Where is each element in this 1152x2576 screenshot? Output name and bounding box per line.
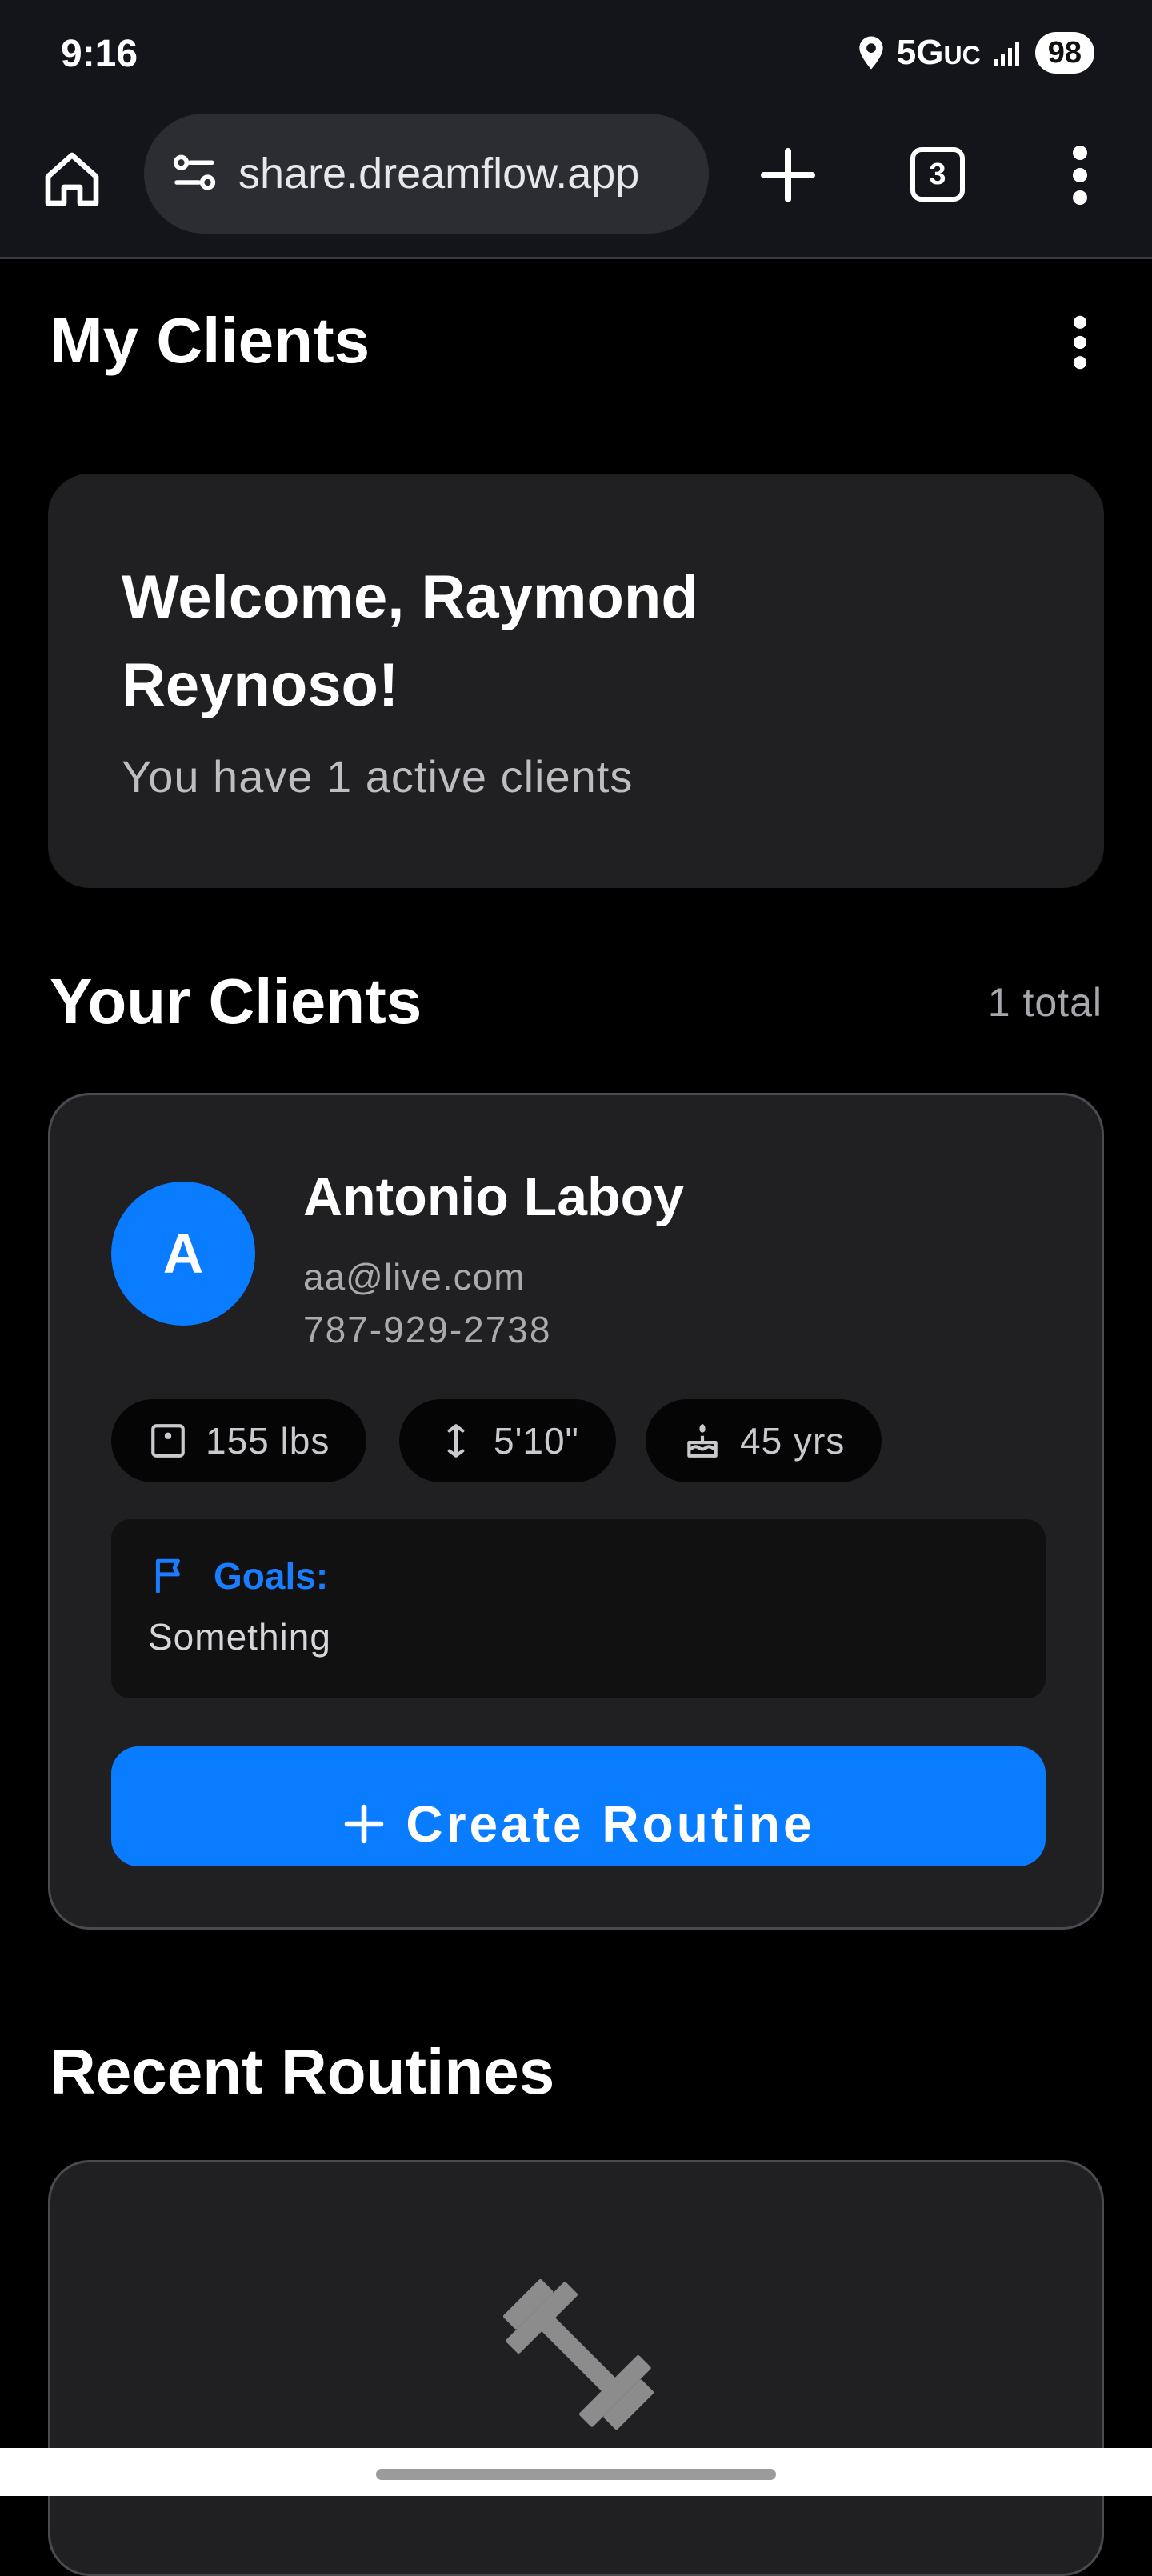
tab-switcher-button[interactable]: 3 — [910, 147, 965, 202]
age-value: 45 yrs — [740, 1420, 846, 1462]
browser-menu-icon[interactable] — [1064, 143, 1096, 207]
signal-icon — [993, 42, 1019, 66]
browser-toolbar: share.dreamflow.app 3 — [0, 107, 1152, 259]
height-value: 5'10" — [494, 1420, 579, 1462]
battery-level: 98 — [1034, 32, 1094, 74]
clients-section-title: Your Clients — [50, 966, 422, 1037]
routines-section-title: Recent Routines — [50, 2036, 555, 2107]
avatar: A — [111, 1182, 255, 1326]
status-time: 9:16 — [61, 33, 138, 75]
page-title: My Clients — [50, 305, 370, 376]
url-text: share.dreamflow.app — [238, 150, 640, 198]
new-tab-icon[interactable] — [756, 143, 820, 207]
plus-icon — [345, 1804, 384, 1844]
network-type: 5GUC — [896, 33, 981, 72]
client-phone: 787-929-2738 — [303, 1309, 552, 1350]
dumbbell-icon — [502, 2278, 654, 2430]
client-name: Antonio Laboy — [303, 1166, 684, 1227]
flag-icon — [155, 1558, 180, 1593]
height-chip: 5'10" — [399, 1399, 616, 1482]
home-icon[interactable] — [40, 147, 104, 211]
goals-box: Goals: Something — [111, 1519, 1046, 1698]
weight-chip: 155 lbs — [111, 1399, 367, 1482]
routines-empty-card — [48, 2160, 1104, 2576]
weight-value: 155 lbs — [206, 1420, 330, 1462]
welcome-card: Welcome, Raymond Reynoso! You have 1 act… — [48, 474, 1104, 888]
create-routine-button[interactable]: Create Routine — [111, 1746, 1046, 1866]
welcome-title: Welcome, Raymond Reynoso! — [122, 563, 698, 719]
age-chip: 45 yrs — [646, 1399, 882, 1482]
status-bar: 9:16 5GUC 98 — [0, 0, 1152, 107]
scale-icon — [151, 1424, 185, 1458]
gesture-handle[interactable] — [376, 2469, 776, 2480]
goals-label: Goals: — [150, 1554, 328, 1598]
address-bar[interactable]: share.dreamflow.app — [144, 114, 709, 234]
cake-icon — [687, 1424, 718, 1458]
client-email: aa@live.com — [303, 1256, 526, 1298]
welcome-subtitle: You have 1 active clients — [122, 751, 634, 802]
clients-total-count: 1 total — [987, 980, 1102, 1025]
location-icon — [859, 36, 883, 70]
more-options-icon[interactable] — [1068, 314, 1092, 371]
system-navigation-bar — [0, 2448, 1152, 2496]
status-indicators: 5GUC 98 — [857, 30, 1094, 75]
goals-value: Something — [148, 1616, 331, 1658]
site-settings-icon[interactable] — [168, 147, 221, 200]
create-routine-label: Create Routine — [406, 1795, 815, 1853]
client-card[interactable]: A Antonio Laboy aa@live.com 787-929-2738… — [48, 1093, 1104, 1930]
height-icon — [447, 1424, 465, 1458]
